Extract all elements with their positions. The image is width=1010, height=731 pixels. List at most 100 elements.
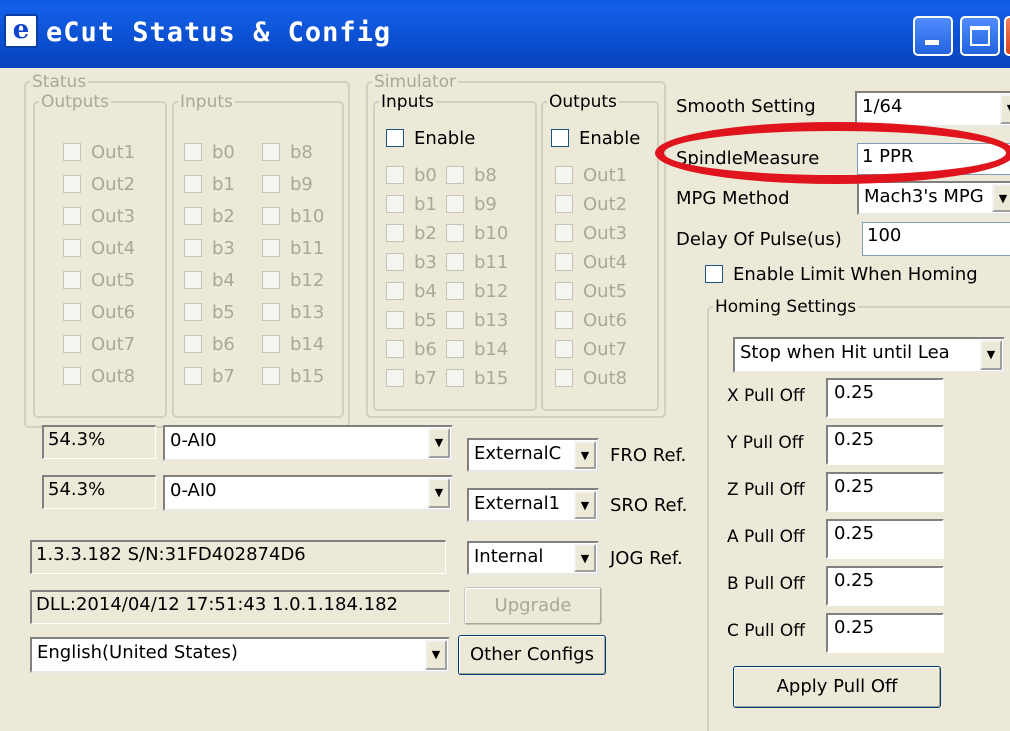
status-input-checkbox-b6: b6 [184, 334, 235, 356]
status-input-checkbox-b10: b10 [262, 206, 324, 228]
other-configs-button[interactable]: Other Configs [458, 635, 606, 675]
window-title: eCut Status & Config [46, 17, 392, 48]
smooth-setting-select[interactable]: 1/64 ▼ [855, 91, 1010, 127]
fro-ref-label: FRO Ref. [610, 445, 687, 466]
status-input-checkbox-b1: b1 [184, 174, 235, 196]
checkbox-icon [63, 175, 81, 193]
upgrade-button[interactable]: Upgrade [464, 587, 602, 625]
sim-output-label: Out2 [583, 194, 628, 215]
sim-input-label: b0 [414, 165, 437, 186]
checkbox-icon [386, 195, 404, 213]
smooth-setting-label: Smooth Setting [676, 96, 816, 117]
pulloff-input[interactable]: 0.25 [826, 378, 944, 418]
chevron-down-icon[interactable]: ▼ [992, 184, 1010, 212]
status-input-checkbox-b11: b11 [262, 238, 324, 260]
checkbox-icon [262, 239, 280, 257]
checkbox-icon [262, 271, 280, 289]
status-input-label: b13 [290, 302, 325, 323]
jog-source-value: Internal [474, 546, 544, 567]
checkbox-icon [386, 282, 404, 300]
checkbox-icon [446, 195, 464, 213]
sim-inputs-enable-label: Enable [414, 128, 476, 149]
fro-input-value: 0-AI0 [170, 430, 217, 451]
checkbox-icon [262, 175, 280, 193]
pulloff-input[interactable]: 0.25 [826, 519, 944, 559]
enable-limit-homing-checkbox[interactable]: Enable Limit When Homing [705, 264, 978, 286]
homing-mode-select[interactable]: Stop when Hit until Lea ▼ [733, 337, 1005, 373]
checkbox-icon [262, 335, 280, 353]
sim-outputs-enable-checkbox[interactable]: Enable [551, 128, 640, 150]
checkbox-icon [555, 166, 573, 184]
status-output-label: Out4 [91, 238, 136, 259]
sim-input-checkbox-b7: b7 [386, 368, 437, 390]
status-output-label: Out8 [91, 366, 136, 387]
fro-source-value: ExternalC [474, 443, 562, 464]
chevron-down-icon[interactable]: ▼ [980, 340, 1002, 370]
pulloff-label: Y Pull Off [727, 433, 804, 453]
close-button[interactable] [1004, 16, 1010, 56]
status-output-label: Out5 [91, 270, 136, 291]
chevron-down-icon[interactable]: ▼ [574, 544, 596, 572]
status-input-checkbox-b13: b13 [262, 302, 324, 324]
sro-source-select[interactable]: External1 ▼ [467, 488, 599, 522]
pulloff-input[interactable]: 0.25 [826, 613, 944, 653]
pulloff-input[interactable]: 0.25 [826, 566, 944, 606]
language-select[interactable]: English(United States) ▼ [30, 637, 450, 673]
checkbox-icon [63, 335, 81, 353]
title-bar[interactable]: e eCut Status & Config [0, 0, 1010, 68]
chevron-down-icon[interactable]: ▼ [428, 428, 450, 458]
chevron-down-icon[interactable]: ▼ [425, 640, 447, 670]
chevron-down-icon[interactable]: ▼ [574, 441, 596, 469]
sro-input-select[interactable]: 0-AI0 ▼ [163, 475, 453, 511]
minimize-button[interactable] [913, 16, 953, 56]
checkbox-icon [446, 224, 464, 242]
status-input-checkbox-b8: b8 [262, 142, 313, 164]
checkbox-icon [184, 271, 202, 289]
sim-inputs-enable-checkbox[interactable]: Enable [386, 128, 475, 150]
checkbox-icon [184, 207, 202, 225]
status-input-checkbox-b14: b14 [262, 334, 324, 356]
sim-output-label: Out6 [583, 310, 628, 331]
sim-input-label: b9 [474, 194, 497, 215]
sim-output-checkbox-out3: Out3 [555, 223, 627, 245]
chevron-down-icon[interactable]: ▼ [428, 478, 450, 508]
pulloff-input[interactable]: 0.25 [826, 472, 944, 512]
status-output-checkbox-out5: Out5 [63, 270, 135, 292]
sim-output-label: Out7 [583, 339, 628, 360]
status-input-checkbox-b0: b0 [184, 142, 235, 164]
sim-outputs-enable-label: Enable [579, 128, 641, 149]
pulloff-input[interactable]: 0.25 [826, 425, 944, 465]
sim-input-label: b6 [414, 339, 437, 360]
chevron-down-icon[interactable]: ▼ [1000, 94, 1010, 124]
status-output-label: Out3 [91, 206, 136, 227]
sim-input-label: b1 [414, 194, 437, 215]
status-output-label: Out2 [91, 174, 136, 195]
checkbox-icon [262, 367, 280, 385]
sim-input-checkbox-b2: b2 [386, 223, 437, 245]
checkbox-icon [446, 282, 464, 300]
sim-output-label: Out3 [583, 223, 628, 244]
status-input-label: b6 [212, 334, 235, 355]
status-input-checkbox-b15: b15 [262, 366, 324, 388]
chevron-down-icon[interactable]: ▼ [574, 491, 596, 519]
status-input-label: b8 [290, 142, 313, 163]
mpg-method-select[interactable]: Mach3's MPG ▼ [857, 181, 1010, 215]
pulloff-label: X Pull Off [727, 386, 805, 406]
maximize-button[interactable] [960, 16, 1000, 56]
checkbox-icon [184, 367, 202, 385]
smooth-setting-value: 1/64 [862, 96, 903, 117]
delay-pulse-input[interactable]: 100 [862, 222, 1010, 256]
sro-input-value: 0-AI0 [170, 480, 217, 501]
serial-number-display: 1.3.3.182 S/N:31FD402874D6 [30, 540, 446, 574]
status-input-label: b10 [290, 206, 325, 227]
jog-source-select[interactable]: Internal ▼ [467, 541, 599, 575]
apply-pull-off-button[interactable]: Apply Pull Off [733, 666, 941, 708]
fro-input-select[interactable]: 0-AI0 ▼ [163, 425, 453, 461]
sro-ref-label: SRO Ref. [610, 495, 688, 516]
checkbox-icon [555, 311, 573, 329]
status-output-label: Out7 [91, 334, 136, 355]
checkbox-icon [386, 224, 404, 242]
sim-input-label: b8 [474, 165, 497, 186]
checkbox-icon [386, 166, 404, 184]
fro-source-select[interactable]: ExternalC ▼ [467, 438, 599, 472]
